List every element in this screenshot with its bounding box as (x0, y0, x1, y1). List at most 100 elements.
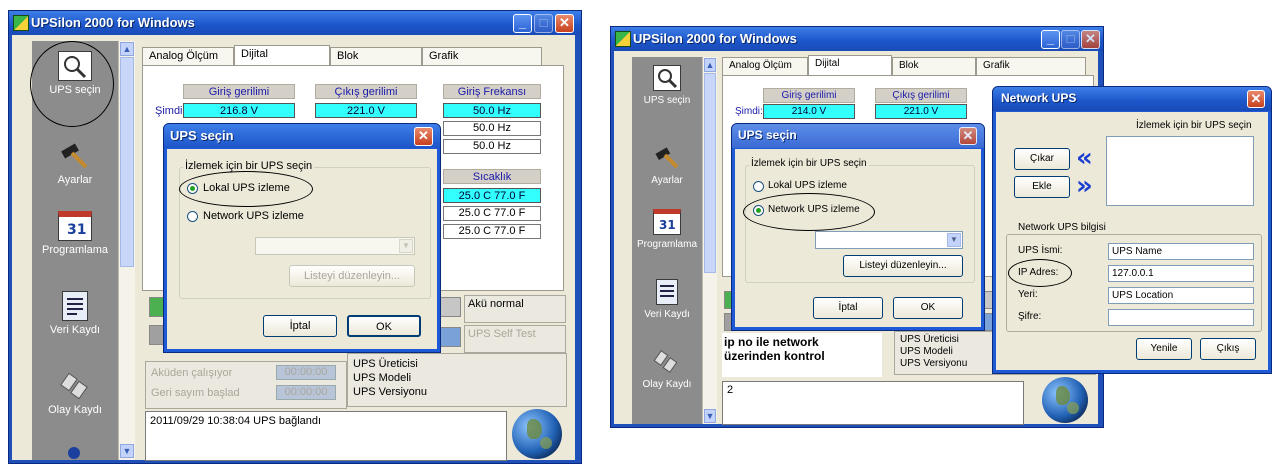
tab-analog[interactable]: Analog Ölçüm (722, 57, 808, 75)
ip-address-field[interactable]: 127.0.0.1 (1108, 265, 1254, 282)
local-ups-label[interactable]: Lokal UPS izleme (768, 180, 847, 191)
sidebar-item-data-log[interactable]: Veri Kaydı (632, 279, 702, 320)
password-field[interactable] (1108, 309, 1254, 326)
svg-text:31: 31 (659, 218, 676, 232)
ok-button[interactable]: OK (893, 297, 963, 319)
tab-strip: Analog Ölçüm Dijital Blok Grafik (142, 45, 562, 65)
location-label: Yeri: (1018, 289, 1038, 300)
network-ups-label[interactable]: Network UPS izleme (203, 210, 304, 222)
dialog-body: İzlemek için bir UPS seçin Lokal UPS izl… (167, 149, 437, 349)
tab-label: Grafik (429, 50, 459, 62)
scroll-up-button[interactable]: ▲ (704, 58, 716, 72)
sidebar-item-event-log[interactable]: Olay Kaydı (632, 349, 702, 390)
ups-list[interactable] (1106, 136, 1254, 206)
annotation-box: ip no ile network üzerinden kontrol (722, 333, 882, 377)
sidebar-item-label: Olay Kaydı (48, 404, 102, 416)
tab-label: Grafik (983, 60, 1010, 71)
sidebar: UPS seçin Ayarlar 31 Programlama Veri Ka… (632, 57, 702, 424)
sidebar-item-scheduling[interactable]: 31 Programlama (632, 209, 702, 250)
temperature-value-now: 25.0 C 77.0 F (443, 188, 541, 203)
self-test-icon (439, 327, 461, 347)
output-voltage-value: 221.0 V (875, 104, 967, 119)
sidebar-item-scheduling[interactable]: 31 Programlama (32, 211, 118, 256)
location-field[interactable]: UPS Location (1108, 287, 1254, 304)
countdown-label: Geri sayım başlad (151, 387, 240, 399)
scroll-indicator-icon (68, 447, 80, 459)
dialog-close-button[interactable]: ✕ (959, 127, 977, 145)
refresh-button[interactable]: Yenile (1136, 338, 1192, 360)
remove-button[interactable]: Çıkar (1014, 148, 1070, 170)
network-ups-radio[interactable] (187, 211, 198, 222)
close-button[interactable]: ✕ (1081, 30, 1100, 49)
maximize-button[interactable]: □ (1061, 30, 1080, 49)
sidebar-scrollbar[interactable]: ▲ ▼ (118, 41, 135, 460)
satellite-icon (58, 371, 92, 401)
tab-graph[interactable]: Grafik (422, 47, 542, 65)
sidebar-item-label: Programlama (636, 239, 698, 250)
timer-box: Aküden çalışıyor Geri sayım başlad 00:00… (145, 361, 347, 409)
sidebar-item-event-log[interactable]: Olay Kaydı (32, 371, 118, 416)
tab-label: Dijital (241, 48, 268, 60)
event-log: 2 (722, 381, 1024, 425)
scroll-down-button[interactable]: ▼ (120, 444, 134, 458)
svg-text:31: 31 (67, 222, 86, 238)
local-ups-radio[interactable] (753, 181, 764, 192)
log-entry: 2011/09/29 10:38:04 UPS bağlandı (150, 415, 322, 427)
output-voltage-header: Çıkış gerilimi (315, 84, 417, 99)
dialog-close-button[interactable]: ✕ (414, 127, 433, 146)
sidebar-item-data-log[interactable]: Veri Kaydı (32, 291, 118, 336)
cancel-button[interactable]: İptal (263, 315, 337, 337)
left-app-window: UPSilon 2000 for Windows _ □ ✕ UPS seçin… (8, 10, 582, 464)
network-dialog-close-button[interactable]: ✕ (1247, 90, 1265, 108)
exit-button[interactable]: Çıkış (1200, 338, 1256, 360)
scroll-up-button[interactable]: ▲ (120, 42, 134, 56)
maximize-button[interactable]: □ (534, 14, 553, 33)
ok-button[interactable]: OK (347, 315, 421, 337)
self-test-status: UPS Self Test (464, 325, 566, 353)
cancel-button[interactable]: İptal (813, 297, 883, 319)
countdown-time: 00:00:00 (276, 385, 336, 400)
on-battery-label: Aküden çalışıyor (151, 367, 233, 379)
close-button[interactable]: ✕ (555, 14, 574, 33)
edit-list-button[interactable]: Listeyi düzenleyin... (289, 265, 415, 287)
sidebar-scrollbar[interactable]: ▲ ▼ (702, 57, 717, 424)
right-title-bar: UPSilon 2000 for Windows _ □ ✕ (611, 27, 1103, 51)
sidebar-item-settings[interactable]: Ayarlar (32, 141, 118, 186)
scroll-down-button[interactable]: ▼ (704, 409, 716, 423)
ups-name-field[interactable]: UPS Name (1108, 243, 1254, 260)
sidebar-item-label: Programlama (41, 244, 109, 256)
sidebar-item-settings[interactable]: Ayarlar (632, 145, 702, 186)
network-ups-select[interactable]: ▼ (815, 231, 963, 249)
chevron-left-icon[interactable]: « (1076, 145, 1093, 171)
event-log: 2011/09/29 10:38:04 UPS bağlandı (145, 411, 507, 461)
minimize-button[interactable]: _ (513, 14, 532, 33)
ups-name-label: UPS İsmi: (1018, 245, 1063, 256)
scroll-thumb[interactable] (120, 57, 134, 267)
network-dialog-title: Network UPS (1001, 91, 1077, 105)
ups-select-dialog: UPS seçin ✕ İzlemek için bir UPS seçin L… (731, 123, 985, 331)
tab-block[interactable]: Blok (330, 47, 422, 65)
output-voltage-value: 221.0 V (315, 103, 417, 118)
self-test-text: UPS Self Test (468, 328, 536, 340)
ups-manufacturer-label: UPS Üreticisi (353, 358, 418, 370)
frequency-value-2: 50.0 Hz (443, 121, 541, 136)
edit-list-button[interactable]: Listeyi düzenleyin... (843, 255, 963, 277)
scroll-thumb[interactable] (704, 73, 716, 273)
sidebar-item-ups-select[interactable]: UPS seçin (632, 65, 702, 106)
chevron-right-icon[interactable]: » (1076, 173, 1093, 199)
tab-label: Analog Ölçüm (729, 60, 792, 71)
add-button[interactable]: Ekle (1014, 176, 1070, 198)
minimize-button[interactable]: _ (1041, 30, 1060, 49)
tab-block[interactable]: Blok (892, 57, 976, 75)
highlight-ellipse (1008, 259, 1072, 287)
tab-graph[interactable]: Grafik (976, 57, 1086, 75)
annotation-text: ip no ile network üzerinden kontrol (724, 335, 825, 363)
dialog-title: UPS seçin (738, 128, 797, 142)
sidebar-item-label: Olay Kaydı (642, 379, 692, 390)
tab-analog[interactable]: Analog Ölçüm (142, 47, 234, 65)
tab-digital[interactable]: Dijital (234, 45, 330, 65)
window-title: UPSilon 2000 for Windows (633, 31, 797, 46)
tab-digital[interactable]: Dijital (808, 55, 892, 75)
network-ups-select[interactable]: ▼ (255, 237, 415, 255)
window-title: UPSilon 2000 for Windows (31, 15, 195, 30)
